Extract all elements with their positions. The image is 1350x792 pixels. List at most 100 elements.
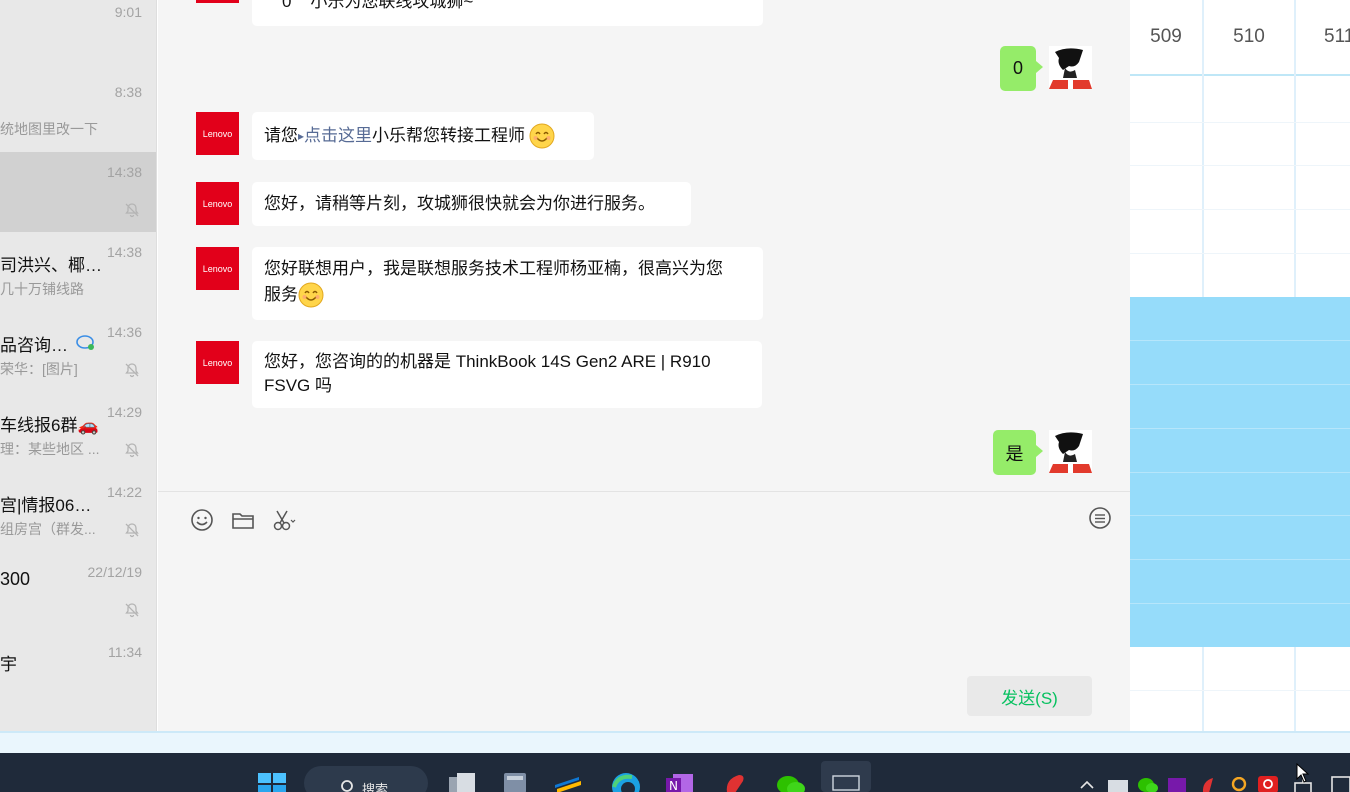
transfer-link[interactable]: 点击这里	[304, 123, 372, 149]
chat-list-item[interactable]: 品咨询… 14:36 荣华：[图片]	[0, 312, 156, 392]
grid-line	[1130, 340, 1350, 341]
sheet-scroll-strip[interactable]	[0, 731, 1350, 753]
message-text: 您好，您咨询的的机器是 ThinkBook 14S Gen2 ARE | R91…	[264, 352, 711, 371]
chat-preview: 组房宫（群发...	[0, 521, 96, 537]
tray-app-red-icon[interactable]	[1199, 777, 1219, 792]
task-view-icon[interactable]	[445, 771, 477, 792]
lenovo-avatar[interactable]: Lenovo	[196, 0, 239, 3]
chat-time: 14:38	[106, 164, 142, 180]
message-bubble: 您好联想用户，我是联想服务技术工程师杨亚楠，很高兴为您 服务	[252, 247, 763, 320]
chat-preview: 理：某些地区 ...	[0, 441, 100, 457]
message-text: 小乐为您联线攻城狮~	[310, 0, 474, 11]
tray-red-app-icon[interactable]	[1257, 775, 1279, 792]
message-bubble: 您好，您咨询的的机器是 ThinkBook 14S Gen2 ARE | R91…	[252, 341, 762, 408]
snipaste-icon[interactable]	[832, 775, 860, 791]
onenote-icon[interactable]: N	[665, 773, 695, 792]
edge-browser-icon[interactable]	[610, 771, 642, 792]
chevron-up-icon[interactable]	[1079, 779, 1095, 789]
windows-start-icon[interactable]	[257, 771, 287, 792]
message-text: 0	[1012, 58, 1023, 78]
chat-list-item[interactable]: 宇 11:34	[0, 632, 156, 712]
grid-line	[1130, 603, 1350, 604]
smile-emoji-icon	[529, 123, 555, 149]
smile-emoji-icon	[298, 282, 324, 308]
chat-time: 8:38	[114, 84, 142, 100]
chat-time: 11:34	[108, 644, 142, 660]
scissors-icon[interactable]	[271, 507, 297, 533]
tray-snipaste-icon[interactable]	[1107, 779, 1129, 792]
column-header[interactable]: 510	[1204, 0, 1294, 76]
chat-list-item[interactable]: 8:38 统地图里改一下	[0, 72, 156, 152]
message-text: 请您	[264, 126, 298, 145]
chat-name: 宇	[0, 655, 17, 674]
chat-list-item[interactable]: 车线报6群🚗 14:29 理：某些地区 ...	[0, 392, 156, 472]
grid-line	[1130, 472, 1350, 473]
chat-history-icon[interactable]	[1087, 505, 1113, 531]
message-text: 服务	[264, 285, 298, 304]
group-chat-badge-icon	[76, 335, 94, 350]
chat-list-item-active[interactable]: 14:38	[0, 152, 156, 232]
message-area: Lenovo 0 小乐为您联线攻城狮~ 0 Lenovo 请您▸点击这里小乐帮您…	[158, 0, 1130, 491]
chat-preview: 统地图里改一下	[0, 121, 98, 137]
grid-line	[1130, 253, 1350, 254]
chat-time: 14:38	[106, 244, 142, 260]
mute-bell-icon	[125, 363, 139, 378]
tray-onenote-icon[interactable]	[1167, 777, 1187, 792]
outgoing-message-bubble: 0	[1000, 46, 1043, 91]
user-avatar[interactable]	[1049, 46, 1092, 89]
lenovo-avatar[interactable]: Lenovo	[196, 112, 239, 155]
chat-time: 22/12/19	[87, 564, 143, 580]
grid-line	[1130, 384, 1350, 385]
chat-name: 司洪兴、椰…	[0, 256, 100, 275]
message-text: FSVG 吗	[264, 376, 333, 395]
column-header[interactable]: 511	[1296, 0, 1350, 76]
chat-list-item[interactable]: 9:01	[0, 0, 156, 72]
tray-wechat-icon[interactable]	[1137, 777, 1159, 792]
svg-text:N: N	[669, 779, 678, 792]
grid-line	[1130, 209, 1350, 210]
grid-line	[1130, 165, 1350, 166]
message-bubble: 您好，请稍等片刻，攻城狮很快就会为你进行服务。	[252, 182, 691, 226]
chat-preview: 几十万铺线路	[0, 281, 84, 297]
chat-time: 9:01	[114, 4, 142, 20]
tray-notification-icon[interactable]	[1330, 775, 1350, 792]
chat-pane: Lenovo 0 小乐为您联线攻城狮~ 0 Lenovo 请您▸点击这里小乐帮您…	[158, 0, 1130, 731]
app-bar-icon[interactable]	[553, 775, 585, 792]
message-text: 您好联想用户，我是联想服务技术工程师杨亚楠，很高兴为您	[264, 259, 723, 278]
chat-time: 14:36	[106, 324, 142, 340]
message-number: 0	[282, 0, 292, 11]
calculator-icon[interactable]	[503, 771, 527, 792]
grid-line	[1130, 515, 1350, 516]
grid-line	[1130, 559, 1350, 560]
tray-orange-icon[interactable]	[1229, 777, 1249, 792]
user-avatar[interactable]	[1049, 430, 1092, 473]
message-bubble: 请您 ▸ 点击这里 小乐帮您转接工程师	[252, 112, 594, 160]
chat-name: 300	[0, 569, 31, 589]
emoji-icon[interactable]	[189, 507, 215, 533]
lenovo-avatar[interactable]: Lenovo	[196, 247, 239, 290]
input-divider	[158, 491, 1130, 492]
mute-bell-icon	[125, 523, 139, 538]
column-header[interactable]: 509	[1130, 0, 1202, 76]
chat-list-item[interactable]: 司洪兴、椰… 14:38 几十万铺线路	[0, 232, 156, 312]
chat-preview: 荣华：[图片]	[0, 361, 78, 377]
mute-bell-icon	[125, 203, 139, 218]
chat-list-item[interactable]: 300 22/12/19	[0, 552, 156, 632]
message-text: 小乐帮您转接工程师	[372, 126, 526, 145]
search-icon	[341, 780, 353, 792]
send-button[interactable]: 发送(S)	[967, 676, 1092, 716]
message-text: 是	[1005, 443, 1024, 464]
message-bubble: 0 小乐为您联线攻城狮~	[252, 0, 763, 26]
chat-list: 9:01 8:38 统地图里改一下 14:38 司洪兴、椰… 14:38 几十万…	[0, 0, 157, 731]
search-label: 搜索	[362, 782, 389, 792]
outgoing-message-bubble: 是	[993, 430, 1043, 475]
grid-line	[1130, 122, 1350, 123]
taskbar: 搜索 N	[0, 753, 1350, 792]
folder-icon[interactable]	[230, 507, 256, 533]
chat-list-item[interactable]: 宫|情报06… 14:22 组房宫（群发...	[0, 472, 156, 552]
app-red-icon[interactable]	[721, 773, 749, 792]
lenovo-avatar[interactable]: Lenovo	[196, 341, 239, 384]
wechat-icon[interactable]	[776, 773, 806, 792]
lenovo-avatar[interactable]: Lenovo	[196, 182, 239, 225]
chat-time: 14:29	[106, 404, 142, 420]
